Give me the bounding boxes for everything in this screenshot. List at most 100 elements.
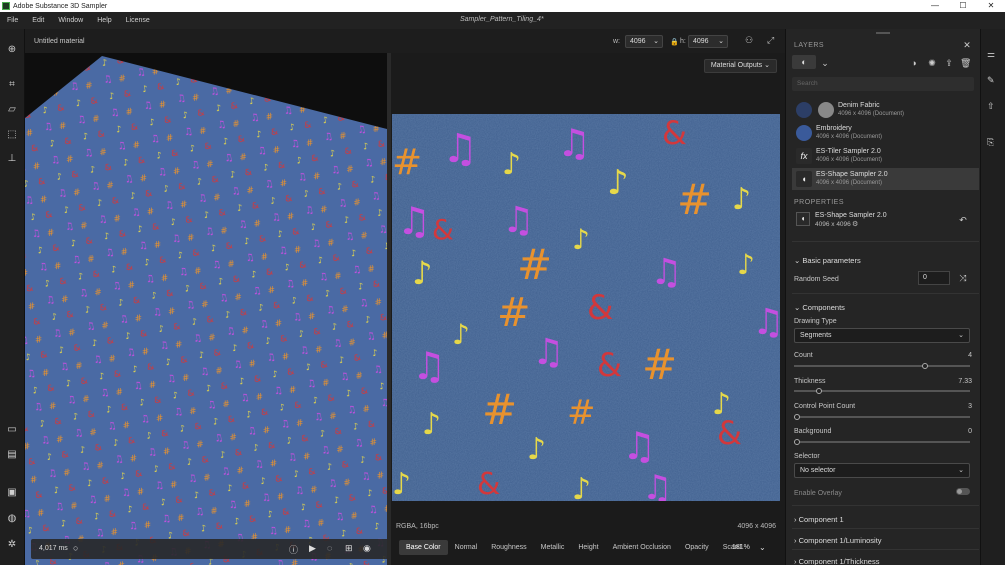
- control-point-slider[interactable]: [794, 414, 970, 420]
- settings-icon[interactable]: ✲: [6, 539, 18, 551]
- property-layer-name: ES-Shape Sampler 2.0: [815, 212, 887, 219]
- tab-normal[interactable]: Normal: [448, 540, 485, 555]
- layer-name: Denim Fabric: [838, 102, 880, 109]
- thickness-slider-knob[interactable]: [816, 388, 823, 394]
- minimize-button[interactable]: —: [921, 0, 949, 12]
- shading-icon[interactable]: ◉: [363, 543, 371, 554]
- layer-es-tiler[interactable]: fx ES-Tiler Sampler 2.0 4096 x 4096 (Doc…: [792, 145, 979, 167]
- display-icon[interactable]: ▣: [6, 487, 18, 499]
- tab-roughness[interactable]: Roughness: [484, 540, 533, 555]
- layer-thumbnail: [796, 102, 812, 118]
- divider: [792, 528, 979, 529]
- assets-icon[interactable]: ▤: [6, 449, 18, 461]
- width-select[interactable]: 4096 ⌄: [625, 35, 663, 48]
- divider: [792, 505, 979, 506]
- perspective-icon[interactable]: ▱: [6, 104, 18, 116]
- enable-overlay-toggle[interactable]: [956, 488, 970, 495]
- layer-denim-fabric[interactable]: Denim Fabric 4096 x 4096 (Document): [792, 99, 979, 121]
- add-layer-button[interactable]: ◐: [792, 55, 816, 69]
- environment-icon[interactable]: ◍: [6, 513, 18, 525]
- tab-height[interactable]: Height: [571, 540, 605, 555]
- reset-icon[interactable]: ↶: [958, 215, 968, 225]
- mask-icon[interactable]: ◑: [909, 58, 919, 68]
- layers-panel-icon[interactable]: ⚌: [987, 49, 995, 60]
- trash-icon[interactable]: 🗑: [960, 58, 971, 68]
- share-icon[interactable]: ⇧: [987, 101, 995, 112]
- selector-dropdown[interactable]: No selector ⌄: [794, 463, 970, 478]
- tab-metallic[interactable]: Metallic: [534, 540, 572, 555]
- close-icon[interactable]: ✕: [962, 40, 972, 50]
- svg-text:♪: ♪: [452, 318, 470, 351]
- property-layer-size: 4096 x 4096: [815, 221, 851, 228]
- image-size: 4096 x 4096: [737, 523, 776, 530]
- effects-icon[interactable]: ✺: [927, 58, 937, 68]
- menu-bar: File Edit Window Help License Sampler_Pa…: [0, 12, 1005, 29]
- layer-size: 4096 x 4096 (Document): [816, 134, 883, 140]
- add-icon[interactable]: ⊕: [6, 44, 18, 56]
- close-button[interactable]: ✕: [977, 0, 1005, 12]
- count-slider-knob[interactable]: [921, 363, 928, 369]
- menu-window[interactable]: Window: [51, 17, 90, 24]
- tab-base-color[interactable]: Base Color: [399, 540, 448, 555]
- layer-es-shape[interactable]: ◖ ES-Shape Sampler 2.0 4096 x 4096 (Docu…: [792, 168, 979, 190]
- component1-section[interactable]: › Component 1: [794, 515, 844, 524]
- background-slider[interactable]: [794, 439, 970, 445]
- brush-icon[interactable]: ✎: [987, 75, 995, 86]
- control-point-row: Control Point Count 3: [794, 403, 972, 410]
- layer-name: ES-Tiler Sampler 2.0: [816, 148, 881, 155]
- material-outputs-dropdown[interactable]: Material Outputs ⌄: [703, 59, 777, 73]
- menu-help[interactable]: Help: [90, 17, 118, 24]
- selection-icon[interactable]: ⬚: [6, 129, 18, 141]
- fullscreen-icon[interactable]: ⤢: [767, 35, 774, 46]
- menu-file[interactable]: File: [0, 17, 25, 24]
- viewport-3d[interactable]: ♫ # ♪ & 4,017 ms ○ ⓘ ▶ ◌ ⊞ ◉: [25, 53, 387, 565]
- layer-name: ES-Shape Sampler 2.0: [816, 171, 888, 178]
- menu-license[interactable]: License: [119, 17, 157, 24]
- crop-icon[interactable]: ⌗: [6, 79, 18, 91]
- svg-text:♫: ♫: [412, 344, 446, 388]
- thickness-slider[interactable]: [794, 388, 970, 394]
- compare-icon[interactable]: ⚇: [745, 35, 753, 46]
- panel-grip[interactable]: [876, 32, 890, 34]
- svg-text:♪: ♪: [607, 163, 629, 203]
- grid-icon[interactable]: ⊞: [345, 543, 353, 554]
- camera-icon[interactable]: ▶: [309, 543, 316, 554]
- layer-embroidery[interactable]: Embroidery 4096 x 4096 (Document): [792, 122, 979, 144]
- menu-edit[interactable]: Edit: [25, 17, 51, 24]
- shape-icon: ◖: [796, 171, 812, 187]
- lock-icon[interactable]: 🔒: [670, 38, 679, 46]
- control-point-slider-knob[interactable]: [794, 414, 800, 420]
- components-section[interactable]: ⌄ Components: [794, 303, 845, 312]
- divider: [792, 241, 979, 242]
- chevron-down-icon[interactable]: ⌄: [759, 543, 766, 552]
- window-controls: — ☐ ✕: [921, 0, 1005, 12]
- texture-pattern: ♫ ♫ & # ♪ ♪ # ♪ ♫ ♫ & # ♪ ♫ ♪ ♪ # & ♫ ♪: [392, 114, 780, 501]
- drawing-type-dropdown[interactable]: Segments ⌄: [794, 328, 970, 343]
- component1-luminosity-section[interactable]: › Component 1/Luminosity: [794, 536, 882, 545]
- basic-parameters-section[interactable]: ⌄ Basic parameters: [794, 256, 861, 265]
- right-edge-toolbar: ⚌ ✎ ⇧ ⎘: [980, 29, 1005, 565]
- gear-icon[interactable]: ⚙: [852, 220, 858, 228]
- height-select[interactable]: 4096 ⌄: [688, 35, 728, 48]
- tab-opacity[interactable]: Opacity: [678, 540, 716, 555]
- viewport-2d[interactable]: Material Outputs ⌄ ♫ ♫ & # ♪ ♪ # ♪ ♫ ♫ &…: [391, 53, 785, 565]
- maximize-button[interactable]: ☐: [949, 0, 977, 12]
- info-icon[interactable]: ⓘ: [289, 543, 298, 556]
- stamp-icon[interactable]: ⊥: [6, 153, 18, 165]
- export-doc-icon[interactable]: ⎘: [987, 137, 994, 148]
- component1-thickness-section[interactable]: › Component 1/Thickness: [794, 557, 879, 565]
- random-seed-input[interactable]: 0: [918, 271, 950, 285]
- light-icon[interactable]: ◌: [327, 543, 332, 553]
- layer-search-input[interactable]: Search: [792, 77, 974, 91]
- background-slider-knob[interactable]: [794, 439, 800, 445]
- library-icon[interactable]: ▭: [6, 424, 18, 436]
- svg-text:♫: ♫: [532, 332, 564, 373]
- tab-ambient-occlusion[interactable]: Ambient Occlusion: [606, 540, 678, 555]
- svg-text:&: &: [662, 114, 687, 152]
- svg-text:♫: ♫: [442, 126, 478, 172]
- count-slider[interactable]: [794, 363, 970, 369]
- zoom-level[interactable]: 181%: [732, 544, 750, 551]
- shuffle-icon[interactable]: ⤨: [958, 273, 968, 283]
- chevron-down-icon[interactable]: ⌄: [820, 58, 830, 68]
- export-icon[interactable]: ⇪: [944, 58, 954, 68]
